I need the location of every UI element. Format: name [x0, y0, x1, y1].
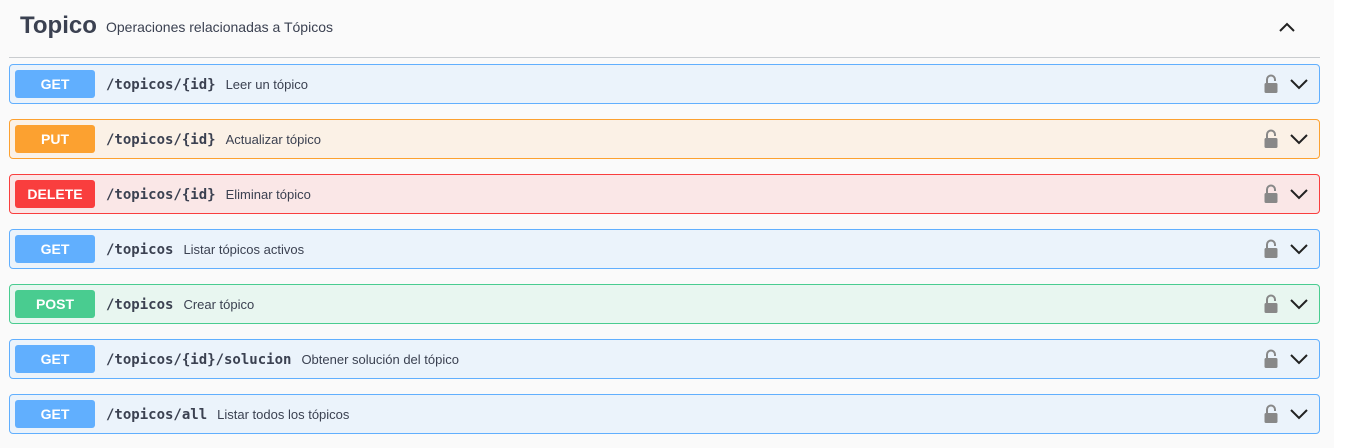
chevron-down-icon[interactable]	[1287, 403, 1311, 425]
endpoint-summary: Actualizar tópico	[225, 132, 321, 147]
operation-row[interactable]: GET/topicos/{id} Leer un tópico	[9, 64, 1320, 104]
chevron-down-icon[interactable]	[1287, 238, 1311, 260]
operation-row[interactable]: POST/topicos Crear tópico	[9, 284, 1320, 324]
chevron-down-icon[interactable]	[1287, 73, 1311, 95]
path-text: /topicos/{id}	[106, 187, 216, 203]
path-text: /topicos	[106, 297, 174, 313]
operation-row[interactable]: GET/topicos Listar tópicos activos	[9, 229, 1320, 269]
tag-title: Topico	[20, 12, 97, 39]
chevron-down-icon[interactable]	[1287, 183, 1311, 205]
method-badge: DELETE	[15, 180, 95, 208]
endpoint-path: /topicos/{id} Eliminar tópico	[106, 185, 311, 205]
lock-icon[interactable]	[1263, 183, 1279, 205]
method-badge: PUT	[15, 125, 95, 153]
path-text: /topicos/all	[106, 407, 208, 423]
path-text: /topicos	[106, 242, 174, 258]
path-text: /topicos/{id}/solucion	[106, 352, 292, 368]
method-badge: GET	[15, 70, 95, 98]
lock-icon[interactable]	[1263, 403, 1279, 425]
endpoint-summary: Obtener solución del tópico	[301, 352, 459, 367]
endpoint-path: /topicos/{id}/solucion Obtener solución d…	[106, 350, 459, 370]
endpoint-summary: Listar tópicos activos	[183, 242, 305, 257]
path-text: /topicos/{id}	[106, 132, 216, 148]
endpoint-summary: Listar todos los tópicos	[217, 407, 350, 422]
lock-icon[interactable]	[1263, 128, 1279, 150]
endpoint-summary: Leer un tópico	[225, 77, 308, 92]
endpoint-summary: Crear tópico	[183, 297, 255, 312]
lock-icon[interactable]	[1263, 238, 1279, 260]
lock-icon[interactable]	[1263, 293, 1279, 315]
method-badge: GET	[15, 345, 95, 373]
endpoint-path: /topicos Listar tópicos activos	[106, 240, 304, 260]
method-badge: POST	[15, 290, 95, 318]
method-badge: GET	[15, 400, 95, 428]
operation-row[interactable]: PUT/topicos/{id} Actualizar tópico	[9, 119, 1320, 159]
lock-icon[interactable]	[1263, 73, 1279, 95]
chevron-down-icon[interactable]	[1287, 293, 1311, 315]
chevron-up-icon[interactable]	[1271, 11, 1303, 43]
endpoint-path: /topicos/all Listar todos los tópicos	[106, 405, 349, 425]
chevron-down-icon[interactable]	[1287, 348, 1311, 370]
path-text: /topicos/{id}	[106, 77, 216, 93]
tag-header[interactable]: Topico Operaciones relacionadas a Tópico…	[9, 0, 1320, 58]
chevron-down-icon[interactable]	[1287, 128, 1311, 150]
operation-row[interactable]: GET/topicos/{id}/solucion Obtener solució…	[9, 339, 1320, 379]
operation-row[interactable]: GET/topicos/all Listar todos los tópicos	[9, 394, 1320, 434]
endpoint-path: /topicos/{id} Leer un tópico	[106, 75, 308, 95]
tag-section: Topico Operaciones relacionadas a Tópico…	[0, 0, 1334, 448]
lock-icon[interactable]	[1263, 348, 1279, 370]
endpoint-path: /topicos Crear tópico	[106, 295, 254, 315]
tag-description: Operaciones relacionadas a Tópicos	[106, 19, 333, 35]
method-badge: GET	[15, 235, 95, 263]
operation-row[interactable]: DELETE/topicos/{id} Eliminar tópico	[9, 174, 1320, 214]
endpoint-summary: Eliminar tópico	[225, 187, 311, 202]
endpoint-path: /topicos/{id} Actualizar tópico	[106, 130, 321, 150]
